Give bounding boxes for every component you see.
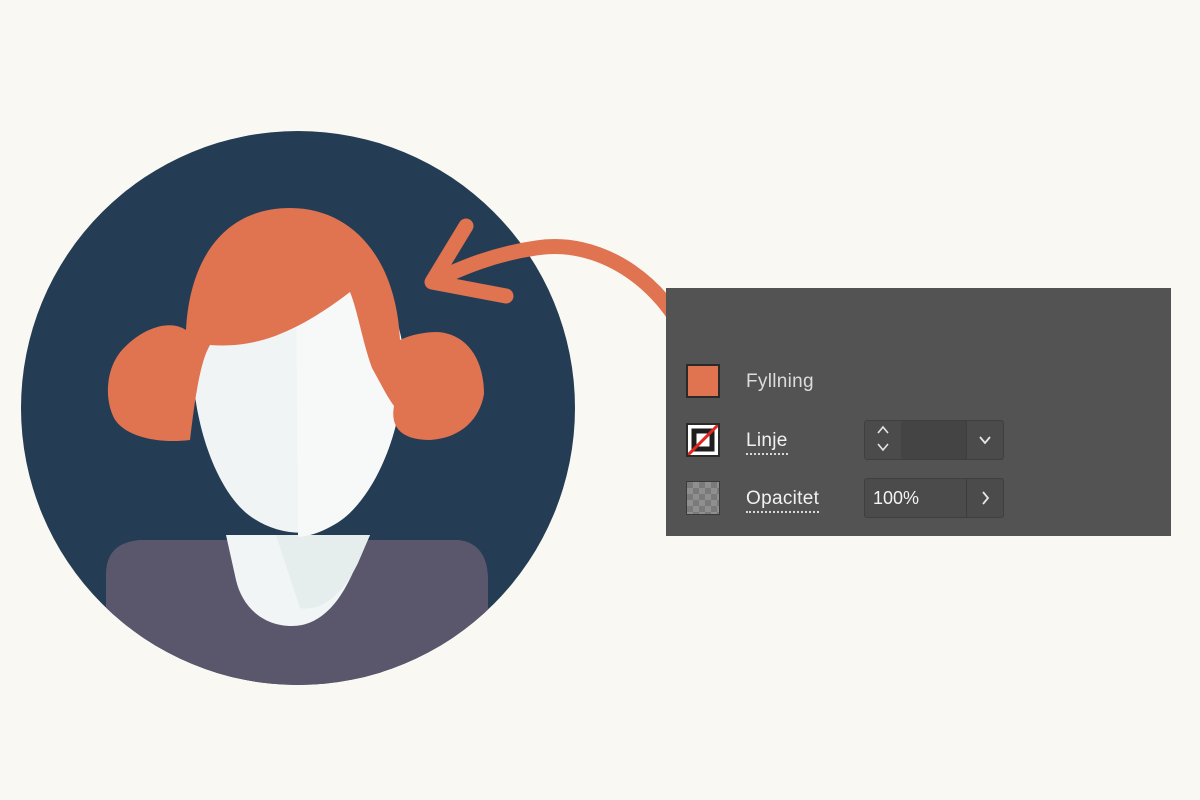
stroke-label[interactable]: Linje: [746, 430, 788, 455]
opacity-control: 100%: [864, 478, 1004, 518]
avatar-illustration: [21, 131, 575, 685]
no-stroke-glyph: [688, 425, 718, 455]
checkerboard-icon: [686, 481, 720, 515]
fill-row: Fyllning: [666, 361, 1171, 403]
chevron-down-icon: [979, 436, 991, 445]
chevron-down-small-icon[interactable]: [865, 440, 901, 459]
stroke-weight-control: [864, 420, 1004, 460]
fill-swatch-icon[interactable]: [686, 364, 720, 398]
chevron-right-icon: [982, 491, 990, 505]
opacity-expand-button[interactable]: [966, 479, 1003, 517]
appearance-panel: Fyllning Linje Opacitet 100%: [666, 288, 1171, 536]
opacity-label[interactable]: Opacitet: [746, 488, 820, 513]
opacity-row: Opacitet 100%: [666, 478, 1171, 520]
stroke-weight-stepper[interactable]: [865, 421, 902, 459]
stroke-weight-input[interactable]: [901, 421, 967, 459]
stroke-dropdown-button[interactable]: [966, 421, 1003, 459]
stroke-row: Linje: [666, 420, 1171, 462]
no-stroke-swatch-icon[interactable]: [686, 423, 720, 457]
fill-label: Fyllning: [746, 371, 814, 392]
opacity-input[interactable]: 100%: [873, 488, 919, 509]
